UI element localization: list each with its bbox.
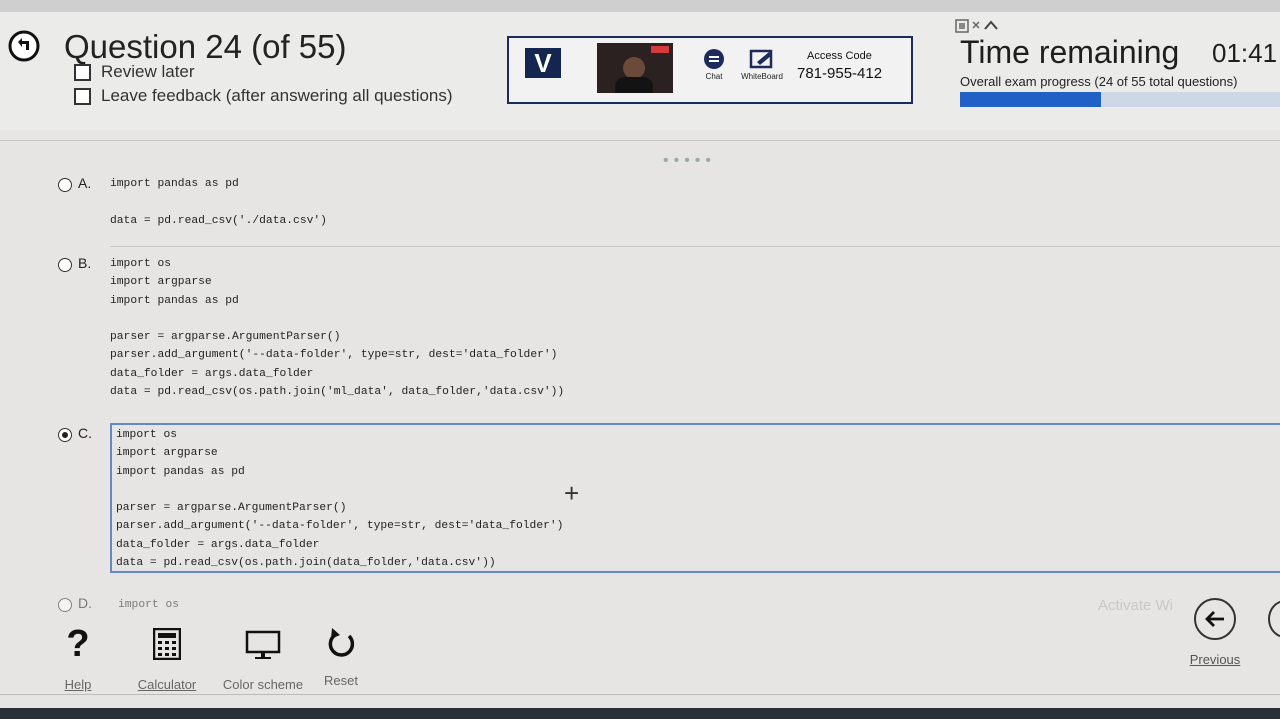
webcam-person-body bbox=[615, 77, 653, 93]
exam-progress-bar bbox=[960, 92, 1280, 107]
svg-text:?: ? bbox=[66, 624, 89, 664]
monitor-icon bbox=[245, 630, 281, 659]
option-code: import os bbox=[118, 599, 180, 611]
reset-icon bbox=[328, 628, 355, 657]
whiteboard-label: WhiteBoard bbox=[741, 72, 783, 81]
option-divider bbox=[110, 246, 1280, 247]
arrow-left-icon bbox=[1205, 611, 1224, 627]
whiteboard-button[interactable]: WhiteBoard bbox=[739, 48, 785, 81]
proctor-logo: V bbox=[525, 48, 561, 78]
loading-dots: ••••• bbox=[663, 152, 717, 169]
radio-option-c[interactable] bbox=[58, 428, 72, 442]
access-code-value: 781-955-412 bbox=[797, 65, 883, 82]
option-code: import os import argparse import pandas … bbox=[110, 258, 565, 399]
whiteboard-icon bbox=[749, 49, 773, 69]
question-title: Question 24 (of 55) bbox=[64, 28, 347, 65]
time-remaining-value: 01:41 bbox=[1212, 38, 1278, 68]
color-scheme-label: Color scheme bbox=[222, 677, 304, 692]
checkbox-icon[interactable] bbox=[74, 63, 91, 81]
help-icon: ? bbox=[66, 624, 89, 664]
exam-progress-text: Overall exam progress (24 of 55 total qu… bbox=[960, 74, 1238, 89]
help-label: Help bbox=[64, 677, 92, 692]
previous-label: Previous bbox=[1189, 652, 1241, 667]
option-code: import os import argparse import pandas … bbox=[116, 429, 564, 570]
option-letter: A. bbox=[78, 175, 92, 191]
radio-option-a[interactable] bbox=[58, 178, 72, 192]
windows-activation-watermark: Activate Wi bbox=[1098, 597, 1174, 614]
webcam-person-head bbox=[623, 57, 645, 79]
review-later-checkbox[interactable]: Review later bbox=[74, 62, 195, 82]
calculator-button[interactable]: Calculator bbox=[122, 622, 212, 693]
proctor-panel: V Chat WhiteBoard Access Code 781-955-41… bbox=[507, 36, 913, 104]
reset-button[interactable]: Reset bbox=[296, 622, 386, 689]
leave-feedback-checkbox[interactable]: Leave feedback (after answering all ques… bbox=[74, 86, 453, 106]
review-later-label: Review later bbox=[101, 62, 195, 81]
option-code: import pandas as pd data = pd.read_csv('… bbox=[110, 178, 327, 227]
webcam-preview bbox=[597, 43, 673, 93]
option-letter: C. bbox=[78, 425, 92, 441]
taskbar-strip bbox=[0, 708, 1280, 719]
calculator-label: Calculator bbox=[137, 677, 197, 692]
previous-button[interactable]: Previous bbox=[1187, 596, 1243, 667]
option-letter: D. bbox=[78, 595, 92, 611]
option-letter: B. bbox=[78, 255, 92, 271]
footer-divider bbox=[0, 694, 1280, 695]
help-button[interactable]: ? Help bbox=[33, 622, 123, 693]
access-code-label: Access Code bbox=[807, 50, 872, 62]
mouse-cursor: + bbox=[564, 478, 580, 508]
calculator-icon bbox=[153, 628, 181, 660]
leave-feedback-label: Leave feedback (after answering all ques… bbox=[101, 86, 453, 105]
recording-indicator bbox=[651, 46, 669, 53]
next-button[interactable] bbox=[1268, 600, 1280, 638]
chat-button[interactable]: Chat bbox=[691, 48, 737, 81]
chat-label: Chat bbox=[705, 72, 723, 81]
back-icon[interactable] bbox=[2, 30, 46, 62]
time-remaining-label: Time remaining bbox=[960, 34, 1180, 70]
exam-progress-fill bbox=[960, 92, 1101, 107]
radio-option-d[interactable] bbox=[58, 598, 72, 612]
chat-icon bbox=[704, 49, 724, 69]
reset-label: Reset bbox=[324, 673, 358, 688]
checkbox-icon[interactable] bbox=[74, 87, 91, 105]
color-scheme-button[interactable]: Color scheme bbox=[218, 622, 308, 693]
radio-option-b[interactable] bbox=[58, 258, 72, 272]
header-divider bbox=[0, 140, 1280, 141]
